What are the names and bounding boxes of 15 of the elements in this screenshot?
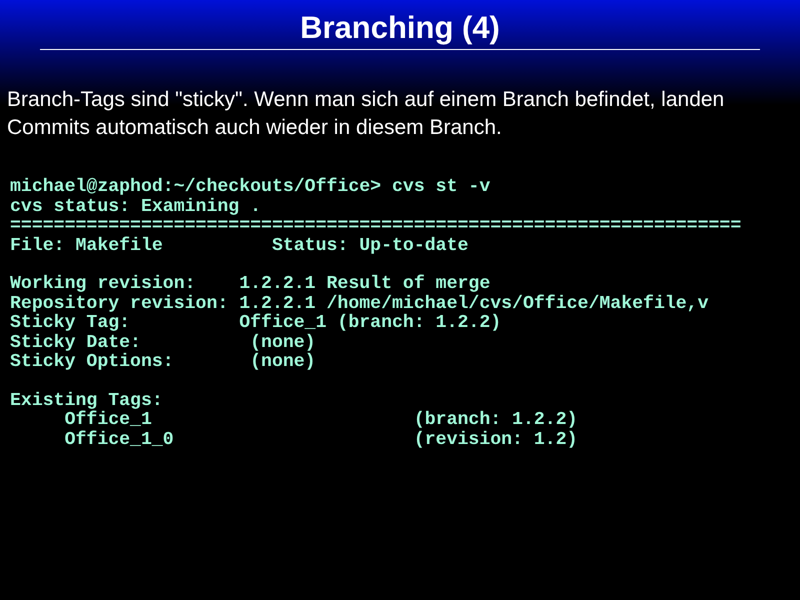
- terminal-line: Working revision: 1.2.2.1 Result of merge: [10, 275, 490, 294]
- terminal-line: Sticky Tag: Office_1 (branch: 1.2.2): [10, 314, 502, 334]
- terminal-line: Office_1_0 (revision: 1.2): [64, 430, 578, 450]
- terminal-line: Repository revision: 1.2.2.1 /home/michael/cvs/Office/Makefile,v: [10, 294, 709, 314]
- terminal-line: ===================================================================: [10, 217, 742, 236]
- terminal-line: Sticky Date: (none): [10, 334, 316, 352]
- terminal-line: Existing Tags:: [10, 392, 163, 410]
- intro-text: Branch-Tags sind "sticky". Wenn man sich auf einem Branch befindet, landen: [7, 87, 726, 113]
- intro-text: Commits automatisch auch wieder in diesem Branch.: [7, 115, 503, 141]
- terminal-line: Office_1 (branch: 1.2.2): [64, 411, 578, 430]
- slide-title: Branching (4): [299, 9, 501, 47]
- terminal-line: File: Makefile Status: Up-to-date: [10, 236, 468, 256]
- terminal-line: Sticky Options: (none): [10, 353, 316, 372]
- terminal-line: cvs status: Examining .: [10, 198, 262, 217]
- terminal-line: michael@zaphod:~/checkouts/Office> cvs st -v: [10, 178, 490, 198]
